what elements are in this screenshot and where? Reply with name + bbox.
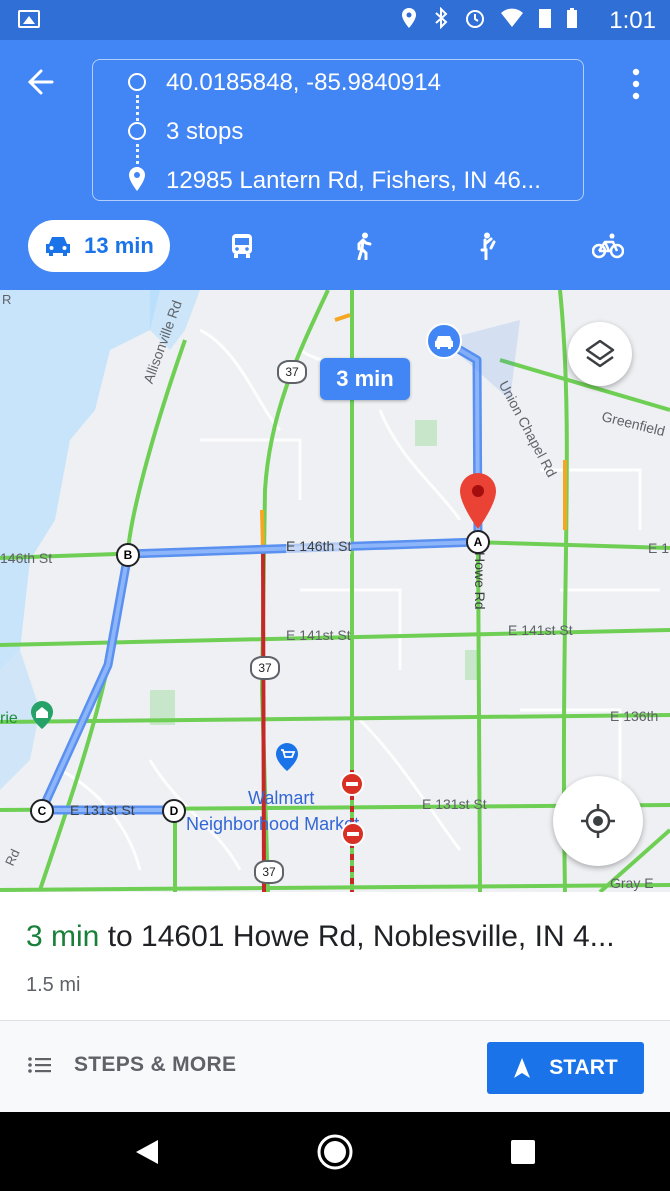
highway-shield: 37 bbox=[277, 360, 307, 384]
place-label: rie bbox=[0, 710, 18, 727]
bus-icon bbox=[232, 234, 252, 258]
shopping-poi-icon[interactable] bbox=[275, 742, 299, 772]
mode-drive-duration: 13 min bbox=[84, 233, 154, 258]
mode-rideshare-tab[interactable] bbox=[464, 220, 508, 272]
battery-icon bbox=[567, 8, 577, 28]
waypoint-a[interactable]: A bbox=[466, 530, 490, 554]
crosshair-icon bbox=[581, 804, 615, 838]
destination-pin-icon bbox=[129, 167, 145, 191]
road-label: E 131st St bbox=[70, 802, 135, 818]
home-nav-icon[interactable] bbox=[315, 1132, 355, 1172]
route-distance: 1.5 mi bbox=[26, 974, 81, 996]
clock: 1:01 bbox=[609, 7, 656, 34]
steps-and-more-label: STEPS & MORE bbox=[74, 1053, 237, 1076]
route-eta-line: 3 min to 14601 Howe Rd, Noblesville, IN … bbox=[26, 920, 656, 954]
walk-icon bbox=[357, 232, 372, 260]
signal-icon bbox=[539, 9, 551, 28]
waypoint-d[interactable]: D bbox=[162, 799, 186, 823]
destination-marker-icon[interactable] bbox=[458, 472, 498, 532]
mode-drive-tab[interactable]: 13 min bbox=[28, 220, 170, 272]
road-label: E 146th St bbox=[286, 538, 352, 554]
origin-field[interactable]: 40.0185848, -85.9840914 bbox=[166, 69, 441, 97]
road-label: Howe Rd bbox=[472, 552, 488, 610]
current-location-car-icon bbox=[426, 323, 462, 359]
action-bar: STEPS & MORE START bbox=[0, 1021, 670, 1112]
list-icon bbox=[28, 1057, 51, 1073]
route-summary-sheet: 3 min to 14601 Howe Rd, Noblesville, IN … bbox=[0, 892, 670, 1112]
wifi-icon bbox=[501, 8, 523, 27]
recents-nav-icon[interactable] bbox=[503, 1132, 543, 1172]
road-label: E 1 bbox=[648, 540, 670, 556]
my-location-button[interactable] bbox=[553, 776, 643, 866]
stops-circle-icon bbox=[128, 122, 146, 140]
ride-share-icon bbox=[480, 232, 496, 260]
destination-field[interactable]: 12985 Lantern Rd, Fishers, IN 46... bbox=[166, 167, 541, 195]
poi-label-neighborhood-market[interactable]: Neighborhood Market bbox=[186, 814, 359, 835]
location-icon bbox=[402, 8, 416, 28]
mode-walk-tab[interactable] bbox=[342, 220, 386, 272]
road-closure-icon[interactable] bbox=[341, 822, 365, 846]
image-notification-icon bbox=[18, 10, 40, 28]
car-icon bbox=[46, 237, 71, 256]
highway-shield: 37 bbox=[250, 656, 280, 680]
route-eta: 3 min bbox=[26, 920, 100, 953]
start-label: START bbox=[549, 1056, 618, 1079]
travel-mode-tabs: 13 min bbox=[0, 220, 670, 272]
overflow-menu-icon[interactable] bbox=[628, 66, 644, 102]
route-summary-box[interactable]: 40.0185848, -85.9840914 3 stops 12985 La… bbox=[92, 59, 584, 201]
layers-button[interactable] bbox=[568, 322, 632, 386]
stops-field[interactable]: 3 stops bbox=[166, 118, 243, 146]
road-label: 146th St bbox=[0, 550, 53, 566]
road-label: E 141st St bbox=[286, 627, 351, 643]
road-label: E 131st St bbox=[422, 796, 487, 812]
poi-label-walmart[interactable]: Walmart bbox=[248, 788, 314, 809]
road-label: R bbox=[2, 292, 12, 307]
route-destination-text: to 14601 Howe Rd, Noblesville, IN 4... bbox=[107, 920, 615, 953]
origin-circle-icon bbox=[128, 73, 146, 91]
road-closure-icon[interactable] bbox=[340, 772, 364, 796]
start-navigation-button[interactable]: START bbox=[487, 1042, 644, 1094]
map-view[interactable]: Allisonville Rd Union Chapel Rd Greenfie… bbox=[0, 290, 670, 892]
waypoint-b[interactable]: B bbox=[116, 543, 140, 567]
bike-icon bbox=[592, 233, 624, 259]
back-nav-icon[interactable] bbox=[128, 1132, 168, 1172]
navigation-arrow-icon bbox=[514, 1058, 531, 1078]
waypoint-c[interactable]: C bbox=[30, 799, 54, 823]
duration-bubble-label: 3 min bbox=[336, 366, 394, 391]
mode-transit-tab[interactable] bbox=[220, 220, 264, 272]
road-label: E 136th bbox=[610, 708, 659, 724]
layers-icon bbox=[585, 339, 615, 368]
road-label: Gray E bbox=[610, 875, 654, 891]
back-arrow-icon[interactable] bbox=[24, 64, 64, 100]
route-dots bbox=[136, 95, 142, 121]
mode-bike-tab[interactable] bbox=[586, 220, 630, 272]
road-label: E 141st St bbox=[508, 622, 573, 638]
landmark-poi-icon[interactable] bbox=[30, 700, 54, 730]
alarm-icon bbox=[466, 10, 484, 28]
system-navigation-bar bbox=[0, 1112, 670, 1191]
duration-bubble[interactable]: 3 min bbox=[320, 358, 410, 400]
highway-shield: 37 bbox=[254, 860, 284, 884]
steps-and-more-button[interactable]: STEPS & MORE bbox=[28, 1045, 236, 1085]
directions-header: 40.0185848, -85.9840914 3 stops 12985 La… bbox=[0, 40, 670, 290]
status-bar: 1:01 bbox=[0, 0, 670, 40]
bluetooth-icon bbox=[435, 7, 448, 29]
